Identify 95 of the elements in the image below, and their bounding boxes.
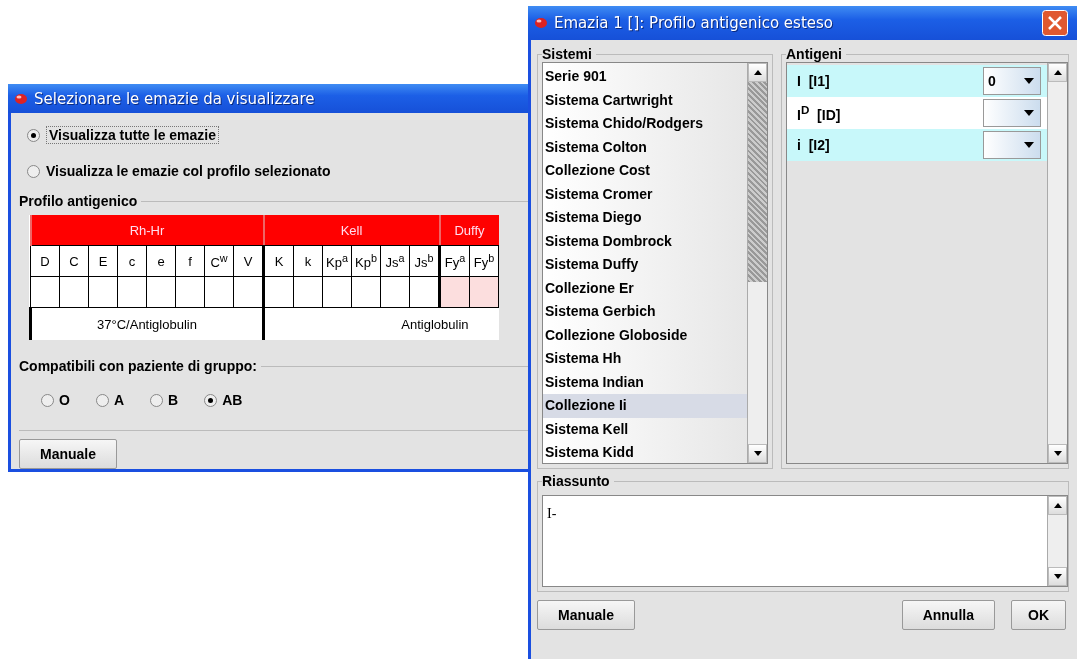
- group-title: Sistemi: [542, 46, 593, 62]
- list-item[interactable]: Collezione Er: [543, 276, 747, 300]
- antigen-cell[interactable]: [117, 276, 147, 308]
- antigen-cell[interactable]: [439, 276, 470, 308]
- antigen-header: D: [30, 245, 60, 277]
- scrollbar[interactable]: [1047, 496, 1067, 586]
- antigen-cell[interactable]: [204, 276, 234, 308]
- radio-label[interactable]: O: [59, 392, 70, 408]
- scrollbar[interactable]: [747, 63, 767, 463]
- list-item[interactable]: Sistema Diego: [543, 206, 747, 230]
- value-dropdown[interactable]: 0: [983, 67, 1041, 95]
- radio-button[interactable]: [204, 393, 218, 407]
- caret-icon: [1024, 142, 1034, 148]
- antigen-header: c: [117, 245, 147, 277]
- method-cell: 37°C/Antiglobulin: [30, 307, 264, 340]
- radio-button[interactable]: [27, 128, 40, 142]
- window-title: Emazia 1 []: Profilo antigenico esteso: [554, 14, 833, 32]
- summary-text-area[interactable]: I-: [542, 495, 1068, 587]
- antigen-cell[interactable]: [380, 276, 410, 308]
- method-cell: Antiglobulin: [263, 307, 499, 340]
- antigen-header: C: [59, 245, 89, 277]
- list-item[interactable]: Serie 901: [543, 65, 747, 89]
- list-item[interactable]: Sistema Gerbich: [543, 300, 747, 324]
- antigen-label: I [I1]: [796, 73, 831, 89]
- radio-button[interactable]: [41, 393, 54, 407]
- antigen-header: C$^{w}$: [204, 245, 234, 277]
- antigen-header: Kp$^{b}$: [351, 245, 381, 277]
- manual-button[interactable]: Manuale: [19, 439, 117, 469]
- radio-label[interactable]: A: [113, 392, 124, 408]
- antigen-header: Js$^{b}$: [409, 245, 440, 277]
- caret-icon: [1024, 78, 1034, 84]
- group-title: Riassunto: [542, 473, 611, 489]
- close-icon[interactable]: [1042, 10, 1068, 36]
- antigen-header: k: [293, 245, 323, 277]
- antigen-header: Fy$^{b}$: [469, 245, 499, 277]
- list-item[interactable]: Sistema Duffy: [543, 253, 747, 277]
- value-dropdown[interactable]: [983, 99, 1041, 127]
- radio-button[interactable]: [150, 393, 163, 407]
- scrollbar[interactable]: [1047, 63, 1067, 463]
- antigen-cell[interactable]: [88, 276, 118, 308]
- group-title: Compatibili con paziente di gruppo:: [19, 358, 258, 374]
- antigen-header: K: [263, 245, 294, 277]
- list-item[interactable]: Sistema Dombrock: [543, 229, 747, 253]
- group-title: Profilo antigenico: [19, 193, 139, 209]
- up-arrow-icon[interactable]: [1053, 70, 1062, 75]
- antigen-header: Js$^{a}$: [380, 245, 410, 277]
- group-title: Antigeni: [786, 46, 843, 62]
- manual-button[interactable]: Manuale: [537, 600, 635, 630]
- antigen-header: E: [88, 245, 118, 277]
- window-title: Selezionare le emazie da visualizzare: [34, 89, 315, 108]
- list-item[interactable]: Sistema Indian: [543, 370, 747, 394]
- list-item[interactable]: Collezione Cost: [543, 159, 747, 183]
- list-item[interactable]: Sistema Hh: [543, 347, 747, 371]
- antigen-cell[interactable]: [322, 276, 352, 308]
- list-item[interactable]: Collezione Ii: [543, 394, 747, 418]
- list-item[interactable]: Sistema Cromer: [543, 182, 747, 206]
- up-arrow-icon[interactable]: [753, 70, 762, 75]
- value-dropdown[interactable]: [983, 131, 1041, 159]
- list-item[interactable]: Sistema Chido/Rodgers: [543, 112, 747, 136]
- group-header: Kell: [263, 215, 440, 246]
- down-arrow-icon[interactable]: [753, 451, 762, 456]
- antigen-cell[interactable]: [351, 276, 381, 308]
- app-logo-icon: [14, 92, 28, 105]
- list-item[interactable]: Sistema Kell: [543, 417, 747, 441]
- antigen-header: V: [233, 245, 264, 277]
- antigen-cell[interactable]: [263, 276, 294, 308]
- down-arrow-icon[interactable]: [1053, 451, 1062, 456]
- list-item[interactable]: Sistema Colton: [543, 135, 747, 159]
- antigen-header: Kp$^{a}$: [322, 245, 352, 277]
- app-logo-icon: [534, 17, 548, 29]
- up-arrow-icon[interactable]: [1053, 503, 1062, 508]
- list-item[interactable]: Collezione Globoside: [543, 323, 747, 347]
- antigen-header: f: [175, 245, 205, 277]
- antigen-label: i [I2]: [796, 137, 831, 153]
- cancel-button[interactable]: Annulla: [901, 600, 995, 630]
- caret-icon: [1024, 110, 1034, 116]
- antigen-cell[interactable]: [30, 276, 60, 308]
- list-item[interactable]: Sistema Cartwright: [543, 88, 747, 112]
- antigen-cell[interactable]: [146, 276, 176, 308]
- group-header: Rh-Hr: [30, 215, 264, 246]
- antigen-cell[interactable]: [293, 276, 323, 308]
- down-arrow-icon[interactable]: [1053, 574, 1062, 579]
- antigen-header: e: [146, 245, 176, 277]
- radio-button[interactable]: [95, 393, 109, 407]
- radio-label[interactable]: B: [168, 392, 179, 408]
- antigen-label: I$^{D}$ [ID]: [796, 103, 842, 123]
- radio-label[interactable]: AB: [222, 392, 243, 408]
- ok-button[interactable]: OK: [1011, 600, 1066, 630]
- antigen-cell[interactable]: [175, 276, 205, 308]
- list-item[interactable]: Sistema Kidd: [543, 441, 747, 465]
- radio-label[interactable]: Visualizza tutte le emazie: [46, 126, 220, 144]
- group-header: Duffy: [439, 215, 499, 246]
- radio-label[interactable]: Visualizza le emazie col profilo selezionato: [46, 163, 331, 179]
- antigen-cell[interactable]: [59, 276, 89, 308]
- radio-button[interactable]: [27, 164, 40, 178]
